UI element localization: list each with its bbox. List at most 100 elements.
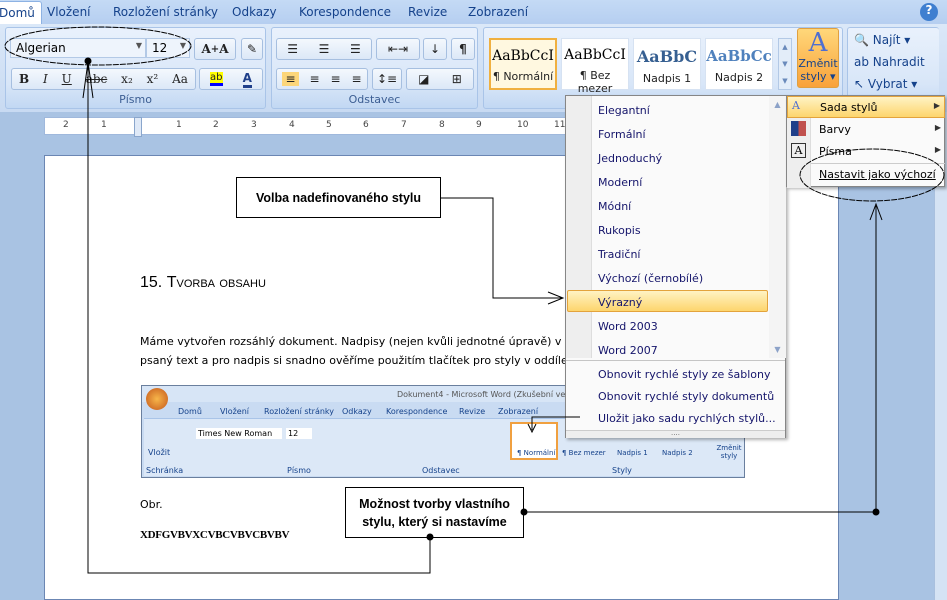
menu-resize-grip[interactable]: .... (566, 430, 785, 438)
submenu-arrow-icon: ▶ (934, 123, 941, 132)
styles-scroll[interactable]: ▲ ▼ ▼ (778, 38, 792, 90)
strikethrough-icon[interactable]: abc (86, 72, 108, 86)
italic-icon[interactable]: I (43, 72, 48, 86)
multilevel-list-icon[interactable]: ☰ (350, 42, 361, 56)
underline-icon[interactable]: U (62, 72, 72, 86)
tab-review[interactable]: Revize (408, 5, 447, 19)
ruler-number: 1 (101, 120, 107, 130)
style-normal[interactable]: AaBbCcI ¶ Normální (489, 38, 557, 90)
embedded-paste: Vložit (148, 448, 171, 457)
embedded-style: Nadpis 2 (662, 449, 693, 457)
justify-icon[interactable]: ≡ (351, 72, 361, 86)
style-set-item[interactable]: Výchozí (černobílé) (598, 272, 703, 285)
numbering-icon[interactable]: ☰ (319, 42, 330, 56)
style-no-spacing[interactable]: AaBbCcI ¶ Bez mezer (561, 38, 629, 95)
ruler-number: 3 (251, 120, 257, 130)
menu-item-fonts[interactable]: A Písma ▶ (787, 140, 945, 162)
select-button[interactable]: ↖ Vybrat ▾ (854, 77, 917, 91)
embedded-group-label: Schránka (146, 466, 184, 475)
change-styles-menu: A Sada stylů ▶ Barvy ▶ A Písma ▶ Nastavi… (786, 95, 945, 188)
style-set-item[interactable]: Elegantní (598, 104, 650, 117)
menu-scrollbar[interactable]: ▲ ▼ (769, 96, 786, 358)
help-icon[interactable]: ? (920, 3, 938, 21)
subscript-icon[interactable]: x₂ (121, 72, 133, 86)
embedded-tab: Rozložení stránky (264, 407, 335, 416)
borders-icon[interactable]: ⊞ (452, 72, 462, 86)
list-buttons[interactable]: ☰ ☰ ☰ (276, 38, 372, 60)
grow-shrink-font-button[interactable]: A + A (194, 38, 236, 60)
ruler-number: 11 (554, 120, 566, 130)
align-buttons[interactable]: ≡ ≡ ≡ ≡ (276, 68, 368, 90)
reset-quick-styles-document[interactable]: Obnovit rychlé styly dokumentů (598, 390, 774, 403)
tab-insert[interactable]: Vložení (47, 5, 91, 19)
ruler-number: 6 (363, 120, 369, 130)
embedded-size: 12 (286, 428, 312, 439)
sample-text: XDFGVBVXCVBCVBVCBVBV (140, 529, 290, 541)
align-right-icon[interactable]: ≡ (330, 72, 340, 86)
indent-icon[interactable]: ⇤⇥ (376, 38, 420, 60)
style-heading-2[interactable]: AaBbCc Nadpis 2 (705, 38, 773, 90)
font-name-select[interactable]: Algerian ▼ (10, 38, 146, 58)
ribbon-tabs: Domů Vložení Rozložení stránky Odkazy Ko… (0, 0, 947, 26)
superscript-icon[interactable]: x² (147, 72, 159, 86)
sort-icon[interactable]: ↓ (423, 38, 447, 60)
font-format-buttons[interactable]: B I Uabc x₂ x² Aa (11, 68, 196, 90)
paragraph-line: psaný text a pro nadpis si snadno ověřím… (140, 354, 577, 367)
menu-item-style-set[interactable]: A Sada stylů ▶ (787, 96, 945, 118)
tab-page-layout[interactable]: Rozložení stránky (113, 5, 218, 19)
style-set-item[interactable]: Word 2003 (598, 320, 658, 333)
ruler-number: 2 (63, 120, 69, 130)
color-buttons[interactable]: ab A (199, 68, 263, 90)
embedded-font: Times New Roman (196, 428, 282, 439)
indent-marker[interactable] (134, 117, 142, 137)
shading-icon[interactable]: ◪ (418, 72, 429, 86)
fonts-icon: A (791, 143, 806, 158)
tab-references[interactable]: Odkazy (232, 5, 277, 19)
style-set-item[interactable]: Módní (598, 200, 631, 213)
style-set-menu: Elegantní Formální Jednoduchý Moderní Módní R… (565, 95, 786, 438)
style-set-item[interactable]: Tradiční (598, 248, 640, 261)
style-set-item[interactable]: Výrazný (598, 296, 642, 309)
style-set-item[interactable]: Word 2007 (598, 344, 658, 357)
font-color-icon[interactable]: A (242, 71, 252, 88)
office-button-icon (146, 388, 168, 410)
callout-predefined-style: Volba nadefinovaného stylu (236, 177, 441, 218)
change-styles-button[interactable]: A Změnit styly ▾ (797, 28, 839, 88)
reset-quick-styles-template[interactable]: Obnovit rychlé styly ze šablony (598, 368, 770, 381)
align-center-icon[interactable]: ≡ (309, 72, 319, 86)
font-size-select[interactable]: 12 ▼ (146, 38, 190, 58)
tab-view[interactable]: Zobrazení (468, 5, 528, 19)
style-set-item[interactable]: Rukopis (598, 224, 641, 237)
find-button[interactable]: 🔍 Najít ▾ (854, 33, 910, 47)
menu-item-colors[interactable]: Barvy ▶ (787, 118, 945, 140)
style-set-item[interactable]: Jednoduchý (598, 152, 662, 165)
change-styles-icon: A (808, 28, 828, 58)
style-set-item[interactable]: Moderní (598, 176, 642, 189)
save-quick-style-set[interactable]: Uložit jako sadu rychlých stylů... (598, 412, 776, 425)
tab-home[interactable]: Domů (0, 1, 42, 26)
highlight-icon[interactable]: ab (210, 72, 223, 86)
embedded-title: Dokument4 - Microsoft Word (Zkušební ver… (397, 390, 581, 399)
replace-button[interactable]: ab Nahradit (854, 55, 925, 69)
menu-item-set-as-default[interactable]: Nastavit jako výchozí (819, 168, 936, 181)
ruler-number: 1 (176, 120, 182, 130)
embedded-group-label: Odstavec (422, 466, 460, 475)
clear-formatting-icon[interactable]: ✎ (241, 38, 263, 60)
ruler-number: 9 (476, 120, 482, 130)
pilcrow-icon[interactable]: ¶ (451, 38, 475, 60)
style-heading-1[interactable]: AaBbC Nadpis 1 (633, 38, 701, 90)
paragraph-group-label: Odstavec (348, 93, 401, 106)
line-spacing-icon[interactable]: ↕≡ (372, 68, 402, 90)
tab-mailings[interactable]: Korespondence (299, 5, 391, 19)
bullets-icon[interactable]: ☰ (287, 42, 298, 56)
align-left-icon[interactable]: ≡ (282, 72, 299, 86)
bold-icon[interactable]: B (19, 72, 29, 86)
embedded-style: ¶ Normální (517, 449, 556, 457)
style-set-icon: A (792, 99, 800, 112)
ruler-number: 5 (326, 120, 332, 130)
change-case-icon[interactable]: Aa (172, 72, 188, 86)
embedded-tab: Domů (178, 407, 202, 416)
shading-borders[interactable]: ◪ ⊞ (406, 68, 474, 90)
style-set-item[interactable]: Formální (598, 128, 646, 141)
colors-icon (791, 121, 806, 136)
